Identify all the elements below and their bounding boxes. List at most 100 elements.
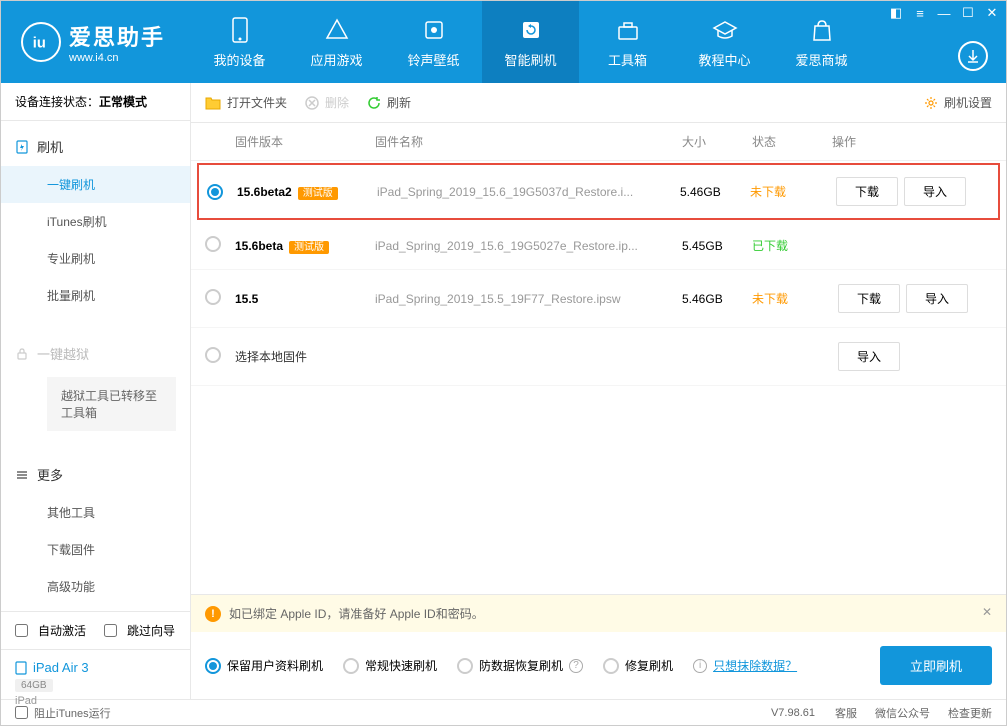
firmware-row[interactable]: 15.5 iPad_Spring_2019_15.5_19F77_Restore… [191, 270, 1006, 328]
bag-icon [808, 16, 836, 44]
col-ops: 操作 [832, 133, 992, 150]
sidebar-flash-head[interactable]: 刷机 [1, 127, 190, 166]
logo-subtitle: www.i4.cn [69, 52, 165, 64]
logo-icon: iu [21, 22, 61, 62]
sidebar-jailbreak-head: 一键越狱 [1, 334, 190, 373]
help-icon[interactable]: ? [569, 659, 583, 673]
bottom-panel: ! 如已绑定 Apple ID，请准备好 Apple ID和密码。 ✕ 保留用户… [191, 594, 1006, 699]
nav-my-device[interactable]: 我的设备 [191, 1, 288, 83]
phone-icon [226, 16, 254, 44]
radio-icon[interactable] [205, 236, 221, 252]
apps-icon [323, 16, 351, 44]
footer-support[interactable]: 客服 [835, 705, 857, 721]
refresh-button[interactable]: 刷新 [367, 94, 411, 111]
op-下载[interactable]: 下载 [836, 177, 898, 206]
radio-icon[interactable] [205, 289, 221, 305]
opt-keep-data[interactable]: 保留用户资料刷机 [205, 657, 323, 674]
opt-normal[interactable]: 常规快速刷机 [343, 657, 437, 674]
main-nav: 我的设备 应用游戏 铃声壁纸 智能刷机 工具箱 教程中心 爱思商城 [191, 1, 1006, 83]
erase-only: i 只想抹除数据？ [693, 657, 797, 674]
maximize-icon[interactable]: ☐ [960, 5, 976, 21]
menu-icon[interactable]: ≡ [912, 5, 928, 21]
op-导入[interactable]: 导入 [838, 342, 900, 371]
erase-link[interactable]: 只想抹除数据？ [713, 657, 797, 674]
skin-icon[interactable]: ◧ [888, 5, 904, 21]
header: iu 爱思助手 www.i4.cn 我的设备 应用游戏 铃声壁纸 智能刷机 工具… [1, 1, 1006, 83]
storage-badge: 64GB [15, 679, 53, 692]
footer-wechat[interactable]: 微信公众号 [875, 705, 930, 721]
nav-store[interactable]: 爱思商城 [773, 1, 870, 83]
lock-icon [15, 347, 29, 361]
logo-title: 爱思助手 [69, 20, 165, 52]
download-button[interactable] [958, 41, 988, 71]
close-icon[interactable]: ✕ [984, 5, 1000, 21]
app-version: V7.98.61 [771, 707, 815, 719]
radio-icon [343, 658, 359, 674]
firmware-row[interactable]: 15.6beta2测试版 iPad_Spring_2019_15.6_19G50… [197, 163, 1000, 220]
connection-status: 设备连接状态：正常模式 [1, 83, 190, 121]
col-name: 固件名称 [375, 133, 682, 150]
more-icon [15, 468, 29, 482]
flash-options: 保留用户资料刷机 常规快速刷机 防数据恢复刷机? 修复刷机 i 只想抹除数据？ 立… [191, 632, 1006, 699]
radio-icon [457, 658, 473, 674]
op-导入[interactable]: 导入 [904, 177, 966, 206]
flash-now-button[interactable]: 立即刷机 [880, 646, 992, 685]
device-icon [15, 661, 27, 675]
jailbreak-note: 越狱工具已转移至工具箱 [47, 377, 176, 431]
block-itunes-checkbox[interactable] [15, 706, 28, 719]
delete-icon [305, 96, 319, 110]
window-controls: ◧ ≡ — ☐ ✕ [888, 5, 1000, 21]
nav-tutorials[interactable]: 教程中心 [676, 1, 773, 83]
opt-antirecovery[interactable]: 防数据恢复刷机? [457, 657, 583, 674]
gear-icon [924, 96, 938, 110]
footer-update[interactable]: 检查更新 [948, 705, 992, 721]
flash-icon [15, 140, 29, 154]
nav-ringtone[interactable]: 铃声壁纸 [385, 1, 482, 83]
flash-settings-button[interactable]: 刷机设置 [924, 94, 992, 111]
sidebar-download-fw[interactable]: 下载固件 [1, 531, 190, 568]
firmware-list: 15.6beta2测试版 iPad_Spring_2019_15.6_19G50… [191, 161, 1006, 386]
sidebar-more-head[interactable]: 更多 [1, 455, 190, 494]
block-itunes-row: 阻止iTunes运行 [15, 705, 111, 721]
toolbar: 打开文件夹 删除 刷新 刷机设置 [191, 83, 1006, 123]
open-folder-button[interactable]: 打开文件夹 [205, 94, 287, 111]
hat-icon [711, 16, 739, 44]
sidebar-other-tools[interactable]: 其他工具 [1, 494, 190, 531]
main-content: 打开文件夹 删除 刷新 刷机设置 固件版本 固件名称 大小 状态 操作 1 [191, 83, 1006, 699]
sidebar-itunes-flash[interactable]: iTunes刷机 [1, 203, 190, 240]
logo: iu 爱思助手 www.i4.cn [1, 20, 191, 64]
sidebar-one-click-flash[interactable]: 一键刷机 [1, 166, 190, 203]
col-version: 固件版本 [235, 133, 375, 150]
info-icon[interactable]: i [693, 659, 707, 673]
firmware-row[interactable]: 15.6beta测试版 iPad_Spring_2019_15.6_19G502… [191, 222, 1006, 270]
op-下载[interactable]: 下载 [838, 284, 900, 313]
radio-icon [603, 658, 619, 674]
sidebar: 设备连接状态：正常模式 刷机 一键刷机 iTunes刷机 专业刷机 批量刷机 一… [1, 83, 191, 699]
firmware-row[interactable]: 选择本地固件 导入 [191, 328, 1006, 386]
apple-id-notice: ! 如已绑定 Apple ID，请准备好 Apple ID和密码。 ✕ [191, 595, 1006, 632]
col-size: 大小 [682, 133, 752, 150]
op-导入[interactable]: 导入 [906, 284, 968, 313]
notice-close-button[interactable]: ✕ [982, 605, 992, 619]
nav-toolbox[interactable]: 工具箱 [579, 1, 676, 83]
auto-activate-row: 自动激活 跳过向导 [1, 612, 190, 649]
delete-button[interactable]: 删除 [305, 94, 349, 111]
nav-apps[interactable]: 应用游戏 [288, 1, 385, 83]
radio-icon [205, 658, 221, 674]
radio-icon[interactable] [205, 347, 221, 363]
radio-icon[interactable] [207, 184, 223, 200]
auto-activate-checkbox[interactable] [15, 624, 28, 637]
svg-text:iu: iu [33, 36, 46, 52]
device-name[interactable]: iPad Air 3 [15, 660, 176, 675]
minimize-icon[interactable]: — [936, 5, 952, 21]
skip-guide-checkbox[interactable] [104, 624, 117, 637]
sidebar-advanced[interactable]: 高级功能 [1, 568, 190, 605]
toolbox-icon [614, 16, 642, 44]
opt-repair[interactable]: 修复刷机 [603, 657, 673, 674]
table-header: 固件版本 固件名称 大小 状态 操作 [191, 123, 1006, 161]
sidebar-pro-flash[interactable]: 专业刷机 [1, 240, 190, 277]
music-icon [420, 16, 448, 44]
sidebar-batch-flash[interactable]: 批量刷机 [1, 277, 190, 314]
nav-flash[interactable]: 智能刷机 [482, 1, 579, 83]
col-status: 状态 [752, 133, 832, 150]
